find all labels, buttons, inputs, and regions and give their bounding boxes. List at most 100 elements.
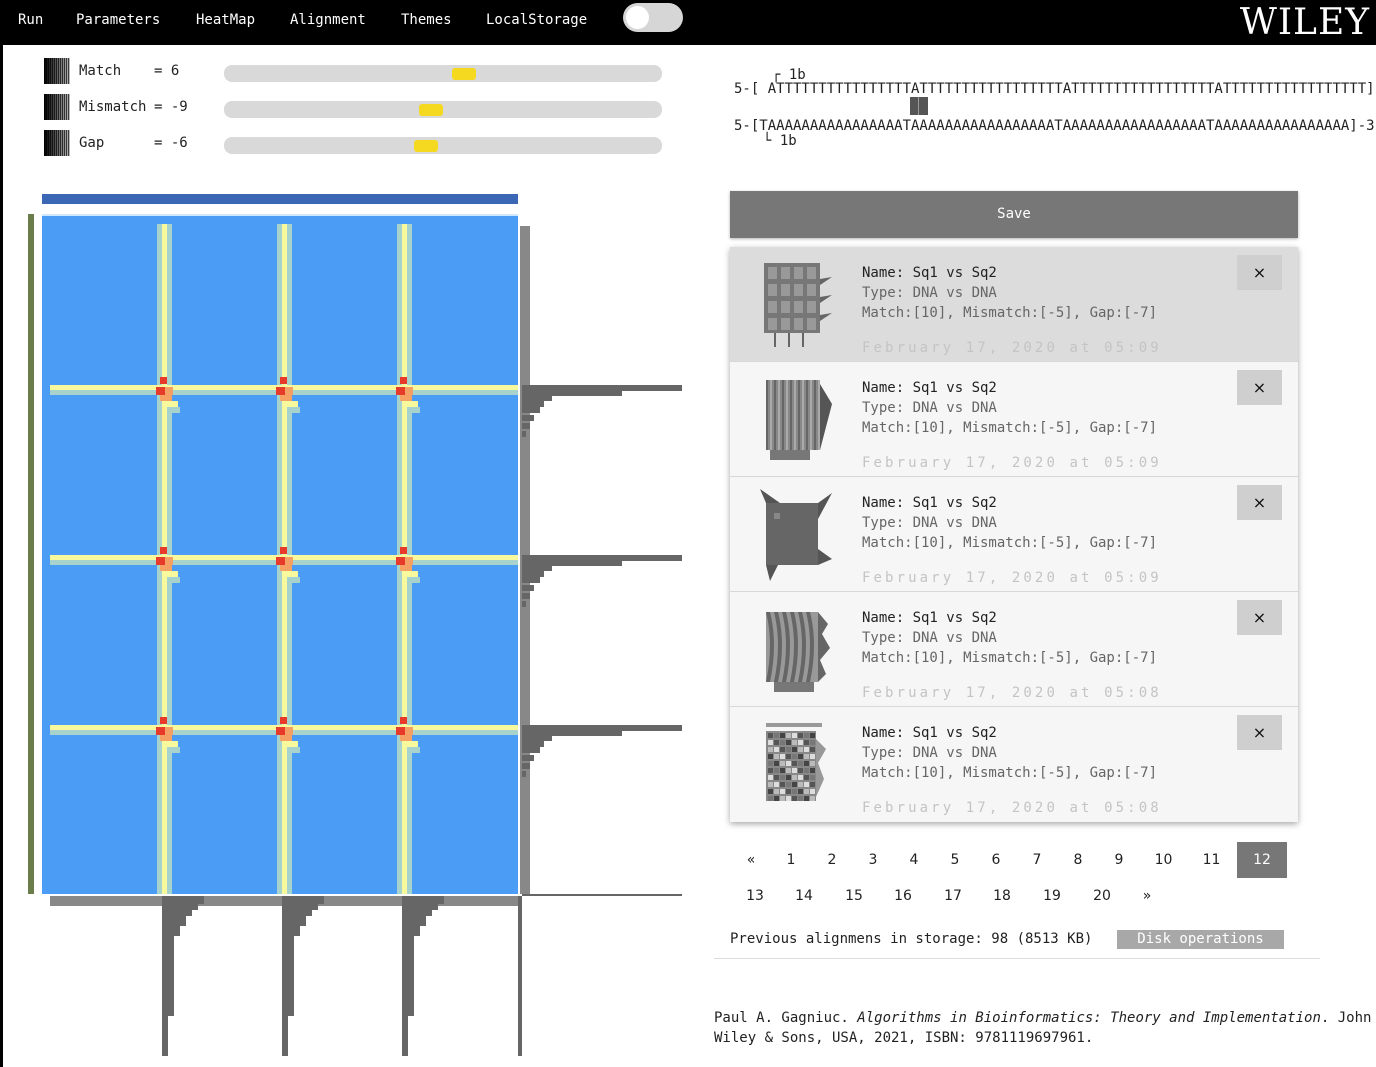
thumbnail-shape (770, 450, 810, 460)
page-link[interactable]: 13 (740, 878, 770, 914)
heatmap-hotspot (166, 571, 178, 577)
page-link[interactable]: 4 (899, 842, 929, 878)
thumbnail-shape (798, 789, 803, 794)
thumbnail-shape (782, 380, 784, 450)
delete-button[interactable]: × (1237, 715, 1282, 750)
thumbnail-shape (774, 380, 776, 450)
thumbnail-shape (814, 380, 816, 450)
page-next-link[interactable]: » (1136, 878, 1158, 914)
saved-type: Type: DNA vs DNA (862, 285, 997, 301)
thumbnail-shape (820, 384, 832, 450)
saved-alignment-item[interactable]: Name: Sq1 vs Sq2 Type: DNA vs DNA Match:… (730, 592, 1298, 707)
right-histogram-bar (522, 431, 526, 437)
nav-heatmap[interactable]: HeatMap (196, 12, 255, 28)
alignment-thumbnail (760, 489, 832, 581)
page-link[interactable]: 18 (987, 878, 1017, 914)
thumbnail-shape (768, 740, 773, 745)
delete-button[interactable]: × (1237, 600, 1282, 635)
wiley-logo: WILEY (1239, 2, 1370, 43)
heatmap-hotspot (396, 557, 405, 565)
nav-run[interactable]: Run (18, 12, 43, 28)
page-link[interactable]: 2 (817, 842, 847, 878)
heatmap-hotspot (292, 747, 300, 753)
saved-type: Type: DNA vs DNA (862, 515, 997, 531)
thumbnail-shape (810, 768, 815, 773)
thumbnail-shape (774, 782, 779, 787)
heatmap-hotspot (276, 727, 285, 735)
heatmap-hotspot (160, 395, 172, 401)
theme-toggle-switch[interactable] (623, 3, 683, 32)
saved-alignment-item[interactable]: Name: Sq1 vs Sq2 Type: DNA vs DNA Match:… (730, 477, 1298, 592)
saved-alignment-item[interactable]: Name: Sq1 vs Sq2 Type: DNA vs DNA Match:… (730, 707, 1298, 821)
thumbnail-shape (774, 513, 780, 519)
delete-button[interactable]: × (1237, 485, 1282, 520)
thumbnail-shape (804, 747, 809, 752)
citation-publisher: Wiley & Sons, USA, 2021, ISBN: 978111969… (714, 1030, 1094, 1046)
page-link[interactable]: 5 (940, 842, 970, 878)
page-link[interactable]: 1 (776, 842, 806, 878)
thumbnail-shape (798, 747, 803, 752)
nav-themes[interactable]: Themes (401, 12, 452, 28)
heatmap-hotspot (276, 557, 285, 565)
page-prev-link[interactable]: « (740, 842, 762, 878)
thumbnail-shape (780, 733, 785, 738)
thumbnail-shape (768, 775, 773, 780)
thumbnail-shape (780, 747, 785, 752)
right-histogram-bar (522, 571, 544, 577)
page-link[interactable]: 6 (981, 842, 1011, 878)
bottom-histogram-bar (438, 896, 444, 904)
saved-alignment-item[interactable]: Name: Sq1 vs Sq2 Type: DNA vs DNA Match:… (730, 362, 1298, 477)
page-link[interactable]: 14 (789, 878, 819, 914)
page-current[interactable]: 12 (1237, 842, 1287, 878)
right-histogram-bar (522, 601, 526, 607)
page-link[interactable]: 11 (1189, 842, 1234, 878)
thumbnail-shape (806, 380, 808, 450)
match-slider-thumb[interactable] (452, 68, 476, 80)
heatmap-hotspot (166, 401, 178, 407)
gap-label: Gap (79, 135, 105, 151)
nav-localstorage[interactable]: LocalStorage (486, 12, 587, 28)
delete-button[interactable]: × (1237, 255, 1282, 290)
bottom-histogram-bar (312, 896, 318, 910)
bottom-histogram-bar (294, 896, 300, 936)
page-link[interactable]: 9 (1104, 842, 1134, 878)
mismatch-slider-thumb[interactable] (419, 104, 443, 116)
bottom-histogram-bar (402, 896, 408, 1056)
thumbnail-shape (774, 740, 779, 745)
thumbnail-shape (768, 796, 773, 801)
gap-slider[interactable] (224, 137, 662, 154)
heatmap-hotspot (280, 565, 292, 571)
page-link[interactable]: 15 (839, 878, 869, 914)
mismatch-slider[interactable] (224, 101, 662, 118)
bottom-histogram-bar (162, 896, 168, 1056)
thumbnail-shape (780, 768, 785, 773)
bottom-histogram-bar (186, 896, 192, 916)
thumbnail-shape (780, 761, 785, 766)
nav-parameters[interactable]: Parameters (76, 12, 160, 28)
thumbnail-shape (781, 284, 790, 296)
page-link[interactable]: 16 (888, 878, 918, 914)
page-link[interactable]: 10 (1141, 842, 1186, 878)
right-histogram-bar (522, 755, 534, 761)
page-link[interactable]: 7 (1022, 842, 1052, 878)
page-link[interactable]: 19 (1037, 878, 1067, 914)
saved-alignment-item[interactable]: Name: Sq1 vs Sq2 Type: DNA vs DNA Match:… (730, 247, 1298, 362)
saved-date: February 17, 2020 at 05:08 (862, 800, 1162, 816)
thumbnail-shape (774, 796, 779, 801)
heatmap-hotspot (400, 565, 412, 571)
page-link[interactable]: 8 (1063, 842, 1093, 878)
heatmap-hotspot (406, 741, 418, 747)
disk-operations-button[interactable]: Disk operations (1117, 930, 1284, 949)
gap-slider-thumb[interactable] (414, 140, 438, 152)
page-link[interactable]: 17 (938, 878, 968, 914)
delete-button[interactable]: × (1237, 370, 1282, 405)
thumbnail-shape (792, 796, 797, 801)
match-slider[interactable] (224, 65, 662, 82)
heatmap-hotspot (285, 387, 293, 395)
save-button[interactable]: Save (730, 191, 1298, 238)
page-link[interactable]: 20 (1087, 878, 1117, 914)
thumbnail-shape (768, 318, 777, 330)
left-border (0, 45, 3, 1067)
page-link[interactable]: 3 (858, 842, 888, 878)
nav-alignment[interactable]: Alignment (290, 12, 366, 28)
